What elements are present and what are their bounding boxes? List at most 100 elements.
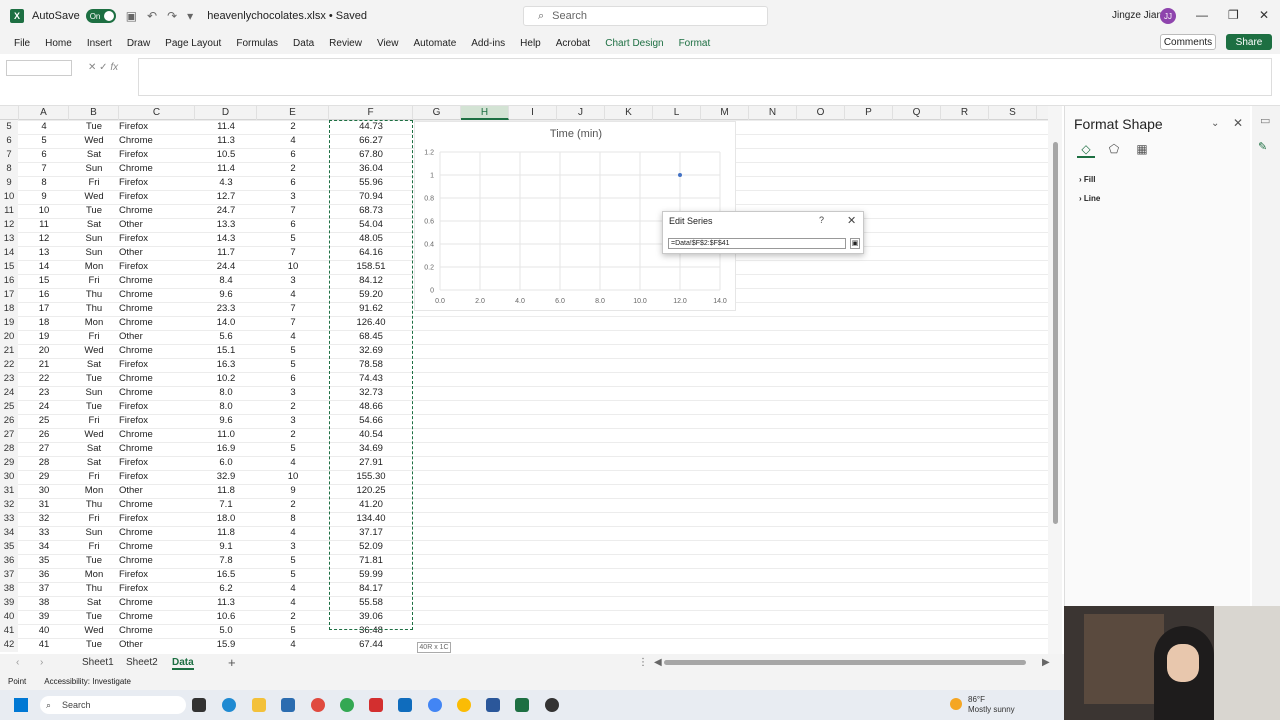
cell-e[interactable]: 3 bbox=[258, 190, 328, 204]
cell-d[interactable]: 9.1 bbox=[196, 540, 256, 554]
cell-d[interactable]: 4.3 bbox=[196, 176, 256, 190]
cell-d[interactable]: 23.3 bbox=[196, 302, 256, 316]
cell-d[interactable]: 8.0 bbox=[196, 400, 256, 414]
row-number[interactable]: 34 bbox=[0, 526, 18, 540]
cell-c[interactable]: Firefox bbox=[119, 358, 195, 372]
line-section[interactable]: › Line bbox=[1079, 194, 1100, 203]
cell-c[interactable]: Chrome bbox=[119, 372, 195, 386]
tab-page-layout[interactable]: Page Layout bbox=[165, 38, 221, 49]
cell-b[interactable]: Thu bbox=[70, 582, 118, 596]
cell-d[interactable]: 24.4 bbox=[196, 260, 256, 274]
cell-c[interactable]: Firefox bbox=[119, 582, 195, 596]
cell-d[interactable]: 11.3 bbox=[196, 134, 256, 148]
cell-a[interactable]: 40 bbox=[20, 624, 68, 638]
row-number[interactable]: 11 bbox=[0, 204, 18, 218]
fx-icon[interactable]: ✕ ✓ fx bbox=[88, 62, 118, 73]
cell-d[interactable]: 15.1 bbox=[196, 344, 256, 358]
cell-a[interactable]: 4 bbox=[20, 120, 68, 134]
cell-c[interactable]: Other bbox=[119, 330, 195, 344]
cell-e[interactable]: 5 bbox=[258, 568, 328, 582]
chevron-down-icon[interactable]: ⌄ bbox=[1211, 118, 1219, 129]
column-header[interactable]: K bbox=[605, 106, 653, 120]
cell-a[interactable]: 32 bbox=[20, 512, 68, 526]
cell-c[interactable]: Chrome bbox=[119, 274, 195, 288]
tab-review[interactable]: Review bbox=[329, 38, 362, 49]
word-icon[interactable] bbox=[486, 698, 500, 712]
cell-e[interactable]: 10 bbox=[258, 260, 328, 274]
cell-a[interactable]: 31 bbox=[20, 498, 68, 512]
column-header[interactable]: Q bbox=[893, 106, 941, 120]
row-number[interactable]: 15 bbox=[0, 260, 18, 274]
excel-taskbar-icon[interactable] bbox=[515, 698, 529, 712]
cell-d[interactable]: 11.8 bbox=[196, 526, 256, 540]
cell-c[interactable]: Chrome bbox=[119, 316, 195, 330]
cell-c[interactable]: Chrome bbox=[119, 526, 195, 540]
tab-help[interactable]: Help bbox=[520, 38, 541, 49]
cell-b[interactable]: Sun bbox=[70, 386, 118, 400]
tab-chart-design[interactable]: Chart Design bbox=[605, 38, 663, 49]
cell-b[interactable]: Tue bbox=[70, 372, 118, 386]
cell-b[interactable]: Tue bbox=[70, 610, 118, 624]
cell-a[interactable]: 33 bbox=[20, 526, 68, 540]
tab-automate[interactable]: Automate bbox=[413, 38, 456, 49]
cell-a[interactable]: 41 bbox=[20, 638, 68, 652]
row-number[interactable]: 33 bbox=[0, 512, 18, 526]
cell-c[interactable]: Firefox bbox=[119, 260, 195, 274]
cell-e[interactable]: 8 bbox=[258, 512, 328, 526]
cell-a[interactable]: 30 bbox=[20, 484, 68, 498]
cell-e[interactable]: 4 bbox=[258, 526, 328, 540]
row-number[interactable]: 7 bbox=[0, 148, 18, 162]
cell-e[interactable]: 3 bbox=[258, 540, 328, 554]
cell-a[interactable]: 29 bbox=[20, 470, 68, 484]
cell-d[interactable]: 11.8 bbox=[196, 484, 256, 498]
column-header[interactable]: O bbox=[797, 106, 845, 120]
cell-e[interactable]: 5 bbox=[258, 232, 328, 246]
cell-d[interactable]: 32.9 bbox=[196, 470, 256, 484]
row-number[interactable]: 23 bbox=[0, 372, 18, 386]
row-number[interactable]: 18 bbox=[0, 302, 18, 316]
collapse-dialog-icon[interactable]: ▣ bbox=[850, 238, 860, 249]
cell-c[interactable]: Firefox bbox=[119, 148, 195, 162]
cell-e[interactable]: 5 bbox=[258, 344, 328, 358]
cell-c[interactable]: Chrome bbox=[119, 344, 195, 358]
windows-start-icon[interactable] bbox=[14, 698, 28, 712]
cell-b[interactable]: Wed bbox=[70, 134, 118, 148]
cell-b[interactable]: Tue bbox=[70, 204, 118, 218]
help-icon[interactable]: ? bbox=[819, 215, 824, 225]
tab-home[interactable]: Home bbox=[45, 38, 72, 49]
tab-file[interactable]: File bbox=[14, 38, 30, 49]
cell-d[interactable]: 5.0 bbox=[196, 624, 256, 638]
cell-c[interactable]: Firefox bbox=[119, 456, 195, 470]
row-number[interactable]: 6 bbox=[0, 134, 18, 148]
cell-c[interactable]: Firefox bbox=[119, 470, 195, 484]
comments-button[interactable]: Comments bbox=[1160, 34, 1216, 50]
cell-c[interactable]: Chrome bbox=[119, 596, 195, 610]
cell-c[interactable]: Firefox bbox=[119, 512, 195, 526]
sheet-tab-sheet1[interactable]: Sheet1 bbox=[82, 657, 114, 668]
chrome-icon[interactable] bbox=[311, 698, 325, 712]
cell-c[interactable]: Chrome bbox=[119, 540, 195, 554]
cell-b[interactable]: Fri bbox=[70, 470, 118, 484]
cell-a[interactable]: 21 bbox=[20, 358, 68, 372]
cell-a[interactable]: 18 bbox=[20, 316, 68, 330]
side-panel-icon[interactable]: ▭ bbox=[1260, 114, 1270, 127]
column-header[interactable]: I bbox=[509, 106, 557, 120]
column-header-selected[interactable]: H bbox=[461, 106, 509, 120]
row-number[interactable]: 24 bbox=[0, 386, 18, 400]
restore-icon[interactable]: ❐ bbox=[1228, 8, 1239, 22]
cell-b[interactable]: Sun bbox=[70, 526, 118, 540]
cell-b[interactable]: Tue bbox=[70, 638, 118, 652]
fill-section[interactable]: › Fill bbox=[1079, 175, 1095, 184]
chrome-alt-icon[interactable] bbox=[428, 698, 442, 712]
cell-a[interactable]: 27 bbox=[20, 442, 68, 456]
cell-e[interactable]: 4 bbox=[258, 596, 328, 610]
cell-c[interactable]: Firefox bbox=[119, 414, 195, 428]
cell-e[interactable]: 6 bbox=[258, 148, 328, 162]
close-icon[interactable]: ✕ bbox=[847, 214, 856, 227]
row-number[interactable]: 21 bbox=[0, 344, 18, 358]
sheet-tab-data[interactable]: Data bbox=[172, 657, 194, 670]
cell-c[interactable]: Firefox bbox=[119, 400, 195, 414]
cell-d[interactable]: 10.6 bbox=[196, 610, 256, 624]
cell-e[interactable]: 7 bbox=[258, 204, 328, 218]
close-window-icon[interactable]: ✕ bbox=[1259, 8, 1269, 22]
